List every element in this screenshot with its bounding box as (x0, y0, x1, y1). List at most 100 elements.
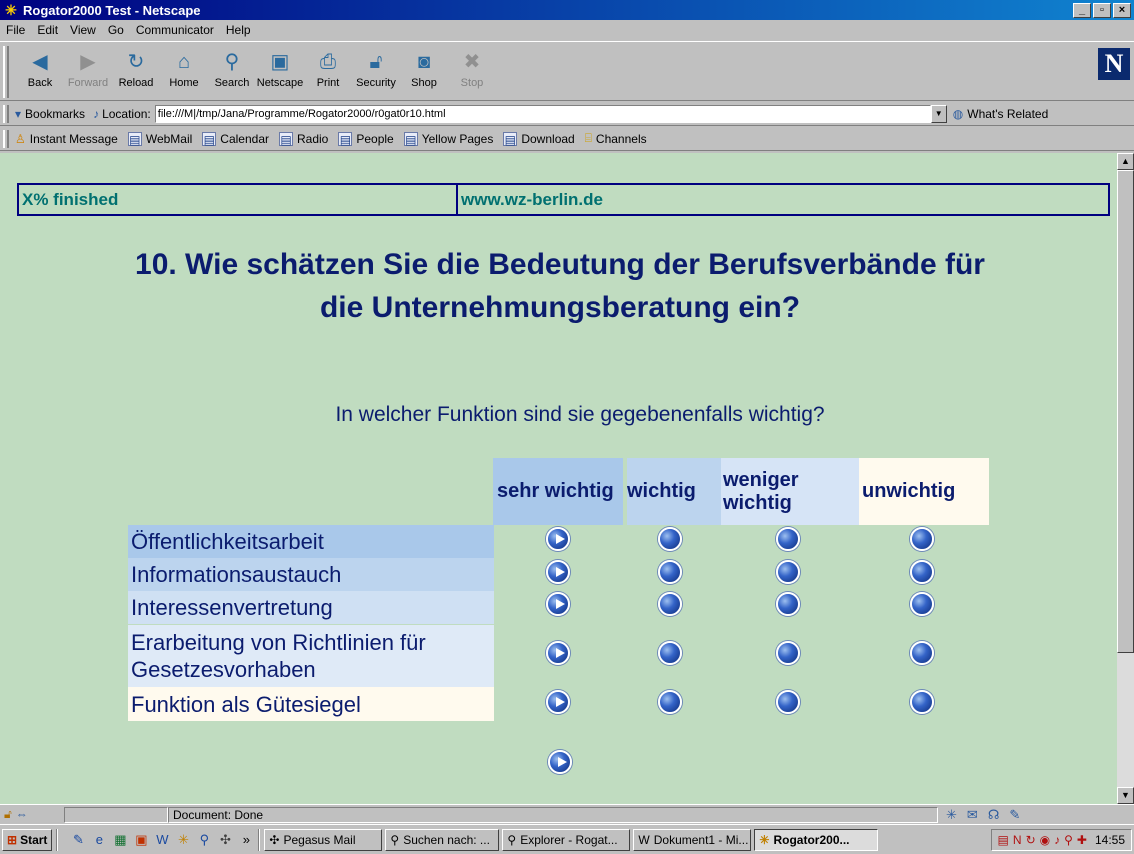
quick-launch-edit-icon[interactable]: ✎ (70, 832, 86, 848)
security-status-icon[interactable]: 🔓︎ (4, 807, 12, 822)
tray-sync-icon[interactable]: ↻ (1026, 833, 1036, 847)
location-icon[interactable]: ♪ (93, 107, 99, 121)
netscape-logo[interactable]: N (1098, 48, 1130, 80)
scroll-down-button[interactable]: ▼ (1117, 787, 1134, 804)
stop-button[interactable]: ✖ Stop (448, 42, 496, 98)
forward-arrow-icon: ▶ (80, 51, 96, 73)
quick-launch-more-icon[interactable]: » (238, 832, 254, 848)
tray-search-icon[interactable]: ⚲ (1064, 833, 1073, 847)
quick-launch-powerpoint-icon[interactable]: ▣ (133, 832, 149, 848)
tray-network-icon[interactable]: ▤ (998, 833, 1009, 847)
tray-shield-icon[interactable]: ✚ (1077, 833, 1087, 847)
scroll-thumb[interactable] (1117, 170, 1134, 653)
start-button[interactable]: ⊞ Start (2, 828, 53, 851)
radio-row1-wichtig[interactable] (658, 527, 682, 551)
navigation-toolbar: ◀ Back ▶ Forward ↻ Reload ⌂ Home ⚲ Searc… (0, 41, 1134, 101)
back-arrow-icon: ◀ (32, 51, 48, 73)
quick-launch-explorer-icon[interactable]: ⚲ (196, 832, 212, 848)
next-button[interactable] (548, 750, 572, 774)
close-button[interactable]: × (1113, 2, 1131, 18)
task-rogator[interactable]: ✳ Rogator200... (754, 828, 879, 851)
bookmarks-button[interactable]: ▾ Bookmarks (15, 107, 85, 121)
channels-link[interactable]: ⌸ Channels (585, 131, 647, 146)
vertical-scrollbar[interactable]: ▲ ▼ (1117, 153, 1134, 804)
radio-row3-unwichtig[interactable] (910, 592, 934, 616)
radio-row5-wichtig[interactable] (658, 690, 682, 714)
task-pegasus-mail[interactable]: ✣ Pegasus Mail (264, 828, 383, 851)
maximize-button[interactable]: ▫ (1093, 2, 1111, 18)
component-mail-icon[interactable]: ✉ (967, 807, 978, 823)
security-button[interactable]: 🔓︎ Security (352, 42, 400, 98)
title-bar[interactable]: ✳ Rogator2000 Test - Netscape _ ▫ × (0, 0, 1134, 20)
radio-row4-sehr-wichtig[interactable] (546, 641, 570, 665)
quick-launch-pegasus-icon[interactable]: ✣ (217, 832, 233, 848)
netscape-button[interactable]: ▣ Netscape (256, 42, 304, 98)
radio-row5-sehr-wichtig[interactable] (546, 690, 570, 714)
task-dokument1[interactable]: W Dokument1 - Mi... (633, 828, 752, 851)
tray-netscape-icon[interactable]: N (1013, 833, 1022, 847)
location-toolbar-grip[interactable] (3, 104, 9, 123)
menu-file[interactable]: File (0, 23, 31, 37)
tray-volume-icon[interactable]: ♪ (1054, 833, 1060, 847)
radio-row1-sehr-wichtig[interactable] (546, 527, 570, 551)
radio-row2-weniger-wichtig[interactable] (776, 560, 800, 584)
back-button[interactable]: ◀ Back (16, 42, 64, 98)
menu-edit[interactable]: Edit (31, 23, 64, 37)
radio-row2-unwichtig[interactable] (910, 560, 934, 584)
webmail-link[interactable]: ▤ WebMail (127, 131, 192, 147)
channels-icon: ⌸ (584, 131, 592, 145)
quick-launch-netscape-icon[interactable]: ✳ (175, 832, 191, 848)
toolbar-grip[interactable] (3, 46, 9, 98)
component-navigator-icon[interactable]: ✳ (946, 807, 957, 823)
people-link[interactable]: ▤ People (338, 131, 394, 147)
task-explorer[interactable]: ⚲ Explorer - Rogat... (502, 828, 631, 851)
search-button[interactable]: ⚲ Search (208, 42, 256, 98)
url-dropdown-button[interactable]: ▼ (930, 104, 947, 123)
quick-launch-excel-icon[interactable]: ▦ (112, 832, 128, 848)
instant-message-link[interactable]: ♙ Instant Message (15, 132, 118, 146)
scroll-up-button[interactable]: ▲ (1117, 153, 1134, 170)
yellow-pages-link[interactable]: ▤ Yellow Pages (403, 131, 493, 147)
windows-logo-icon: ⊞ (7, 832, 18, 847)
forward-button[interactable]: ▶ Forward (64, 42, 112, 98)
radio-row1-weniger-wichtig[interactable] (776, 527, 800, 551)
shop-button[interactable]: ◙ Shop (400, 42, 448, 98)
survey-header-row: X% finished www.wz-berlin.de (17, 183, 1110, 216)
browser-status-bar: 🔓︎ ⇔ Document: Done ✳ ✉ ☊ ✎ (0, 804, 1134, 824)
print-button[interactable]: ⎙ Print (304, 42, 352, 98)
tray-antivirus-icon[interactable]: ◉ (1040, 833, 1050, 847)
radio-row4-weniger-wichtig[interactable] (776, 641, 800, 665)
menu-go[interactable]: Go (102, 23, 130, 37)
clock[interactable]: 14:55 (1095, 833, 1125, 847)
radio-row4-wichtig[interactable] (658, 641, 682, 665)
calendar-link[interactable]: ▤ Calendar (202, 131, 269, 147)
radio-row5-weniger-wichtig[interactable] (776, 690, 800, 714)
task-suchen[interactable]: ⚲ Suchen nach: ... (385, 828, 500, 851)
component-composer-icon[interactable]: ✎ (1009, 807, 1020, 823)
radio-row3-weniger-wichtig[interactable] (776, 592, 800, 616)
radio-row4-unwichtig[interactable] (910, 641, 934, 665)
radio-row5-unwichtig[interactable] (910, 690, 934, 714)
bookmark-page-icon: ▤ (503, 131, 518, 147)
radio-row3-wichtig[interactable] (658, 592, 682, 616)
radio-row1-unwichtig[interactable] (910, 527, 934, 551)
menu-help[interactable]: Help (220, 23, 257, 37)
radio-row2-wichtig[interactable] (658, 560, 682, 584)
quick-launch-word-icon[interactable]: W (154, 832, 170, 848)
menu-view[interactable]: View (64, 23, 102, 37)
radio-row2-sehr-wichtig[interactable] (546, 560, 570, 584)
menu-communicator[interactable]: Communicator (130, 23, 220, 37)
minimize-button[interactable]: _ (1073, 2, 1091, 18)
download-link[interactable]: ▤ Download (503, 131, 575, 147)
component-discussion-icon[interactable]: ☊ (988, 807, 1000, 823)
online-status-icon[interactable]: ⇔ (16, 807, 28, 822)
url-field[interactable]: file:///M|/tmp/Jana/Programme/Rogator200… (154, 104, 931, 123)
quick-launch-ie-icon[interactable]: e (91, 832, 107, 848)
reload-button[interactable]: ↻ Reload (112, 42, 160, 98)
personal-toolbar-grip[interactable] (3, 129, 9, 148)
home-button[interactable]: ⌂ Home (160, 42, 208, 98)
radio-row3-sehr-wichtig[interactable] (546, 592, 570, 616)
status-text: Document: Done (168, 806, 938, 823)
radio-link[interactable]: ▤ Radio (279, 131, 328, 147)
whats-related-button[interactable]: ◍ What's Related (953, 107, 1048, 121)
